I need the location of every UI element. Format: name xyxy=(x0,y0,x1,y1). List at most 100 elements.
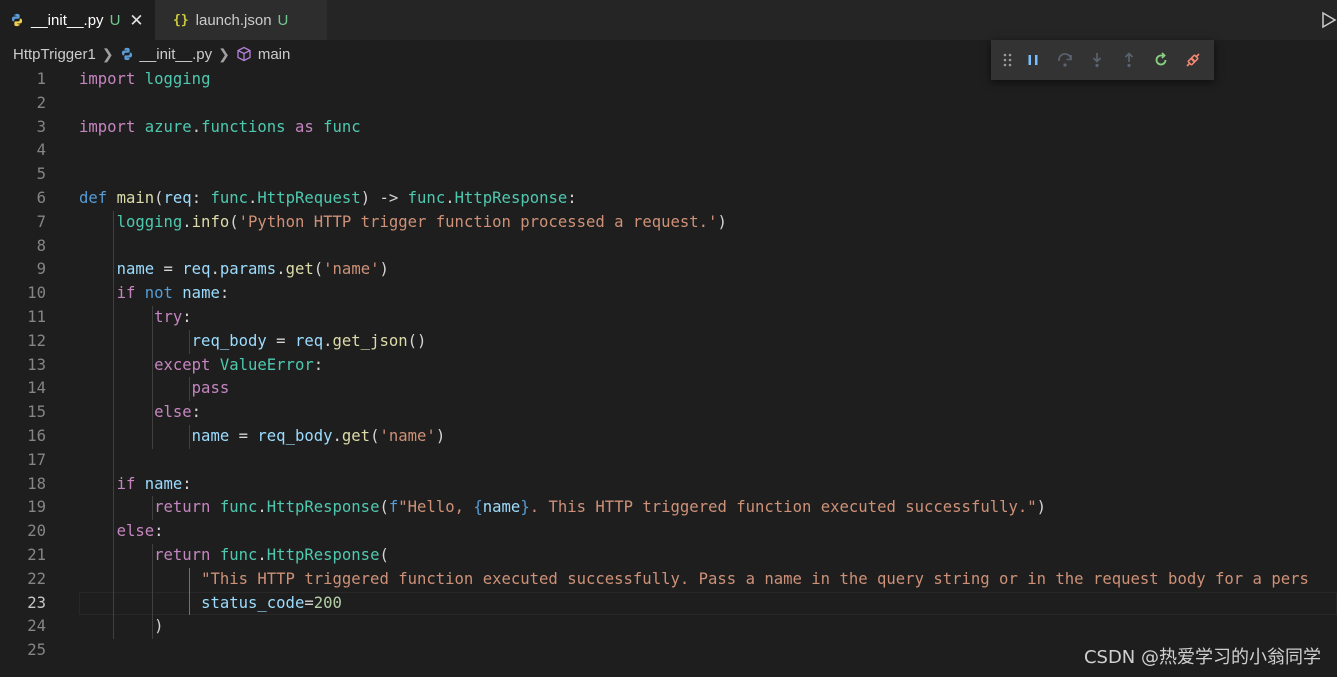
code-line[interactable]: 23 status_code=200 xyxy=(0,591,1337,616)
code-token: HttpResponse xyxy=(266,546,380,564)
line-number: 15 xyxy=(27,403,46,422)
indent-guide xyxy=(113,210,115,640)
code-token: name xyxy=(144,474,183,493)
code-line[interactable]: 13 except ValueError: xyxy=(0,354,1337,378)
line-number: 9 xyxy=(36,260,46,279)
code-token: 200 xyxy=(313,593,342,612)
code-token: req xyxy=(294,331,324,350)
line-number: 14 xyxy=(27,379,46,398)
watermark: CSDN @热爱学习的小翁同学 xyxy=(1083,647,1321,668)
code-token: azure xyxy=(144,117,192,136)
code-line[interactable]: 24 ) xyxy=(0,615,1337,639)
code-token: func xyxy=(219,498,258,517)
code-token: name xyxy=(482,498,521,517)
tab-init-py[interactable]: __init__.py U ✕ xyxy=(0,0,155,40)
indent-guide xyxy=(189,425,191,449)
code-line[interactable]: 4 xyxy=(0,139,1337,163)
code-token: . xyxy=(323,331,333,350)
line-number: 7 xyxy=(36,212,46,231)
code-token: func xyxy=(210,189,249,207)
code-token: import xyxy=(79,70,136,88)
python-icon xyxy=(10,13,24,27)
line-code: name = req.params.get('name') xyxy=(79,258,389,282)
code-token: HttpRequest xyxy=(257,189,361,207)
code-token: main xyxy=(116,189,155,207)
code-line[interactable]: 8 xyxy=(0,235,1337,259)
code-token: () xyxy=(407,331,427,350)
code-line[interactable]: 14 pass xyxy=(0,377,1337,401)
code-token: try xyxy=(154,308,183,326)
line-number: 5 xyxy=(36,165,46,184)
line-code: return func.HttpResponse(f"Hello, {name}… xyxy=(79,496,1046,520)
line-number: 1 xyxy=(36,70,46,88)
code-token: . xyxy=(182,212,192,231)
code-token: req xyxy=(163,189,192,207)
code-token: logging xyxy=(116,212,183,231)
code-line[interactable]: 16 name = req_body.get('name') xyxy=(0,425,1337,449)
line-number: 3 xyxy=(36,117,46,136)
indent-guide xyxy=(151,306,153,449)
breadcrumb-label: main xyxy=(257,45,291,63)
line-code: name = req_body.get('name') xyxy=(79,425,446,449)
code-line[interactable]: 15 else: xyxy=(0,401,1337,425)
code-token: name xyxy=(182,284,220,303)
code-line[interactable]: 21 return func.HttpResponse( xyxy=(0,544,1337,568)
code-editor[interactable]: 1 import logging 2 3 import azure.functions … xyxy=(0,68,1337,677)
code-token: 'name' xyxy=(379,427,436,445)
close-icon[interactable]: ✕ xyxy=(129,12,143,29)
code-line[interactable]: 2 xyxy=(0,92,1337,116)
code-token: = xyxy=(266,331,295,350)
code-line[interactable]: 10 if not name: xyxy=(0,282,1337,306)
breadcrumb-symbol[interactable]: main xyxy=(236,45,291,63)
code-token: : xyxy=(567,189,577,207)
code-token: HttpResponse xyxy=(266,498,380,517)
line-code: pass xyxy=(79,377,230,401)
code-token: ( xyxy=(313,260,324,279)
code-line[interactable]: 18 if name: xyxy=(0,473,1337,497)
tab-label: launch.json xyxy=(195,11,272,29)
code-token: { xyxy=(473,498,483,517)
code-line[interactable]: 22 "This HTTP triggered function execute… xyxy=(0,568,1337,592)
code-line[interactable]: 7 logging.info('Python HTTP trigger func… xyxy=(0,211,1337,235)
code-line[interactable]: 19 return func.HttpResponse(f"Hello, {na… xyxy=(0,496,1337,520)
code-line[interactable]: 12 req_body = req.get_json() xyxy=(0,330,1337,354)
indent-guide xyxy=(151,496,153,521)
code-line[interactable]: 11 try: xyxy=(0,306,1337,330)
line-number: 16 xyxy=(27,427,46,445)
code-line[interactable]: 3 import azure.functions as func xyxy=(0,116,1337,140)
breadcrumb-file[interactable]: __init__.py xyxy=(120,46,212,63)
code-token: = xyxy=(229,427,258,445)
code-line[interactable]: 20 else: xyxy=(0,520,1337,544)
code-line[interactable]: 5 xyxy=(0,163,1337,187)
code-line[interactable]: 9 name = req.params.get('name') xyxy=(0,258,1337,282)
run-icon[interactable] xyxy=(1321,10,1337,30)
code-token: func xyxy=(407,189,446,207)
code-line[interactable]: 17 xyxy=(0,449,1337,473)
tab-launch-json[interactable]: {} launch.json U xyxy=(155,0,327,40)
code-token: return xyxy=(154,498,211,517)
code-token: ( xyxy=(229,212,239,231)
line-code: "This HTTP triggered function executed s… xyxy=(79,568,1309,592)
code-token: : xyxy=(313,355,324,374)
line-number: 21 xyxy=(27,546,46,564)
breadcrumb-folder[interactable]: HttpTrigger1 xyxy=(13,46,96,63)
code-token: "This HTTP triggered function executed s… xyxy=(201,569,1309,588)
line-code: if not name: xyxy=(79,282,230,306)
code-line[interactable]: 6 def main(req: func.HttpRequest) -> func… xyxy=(0,187,1337,211)
line-number: 19 xyxy=(27,498,46,517)
code-line[interactable]: 1 import logging xyxy=(0,68,1337,92)
code-token: get xyxy=(341,427,371,445)
